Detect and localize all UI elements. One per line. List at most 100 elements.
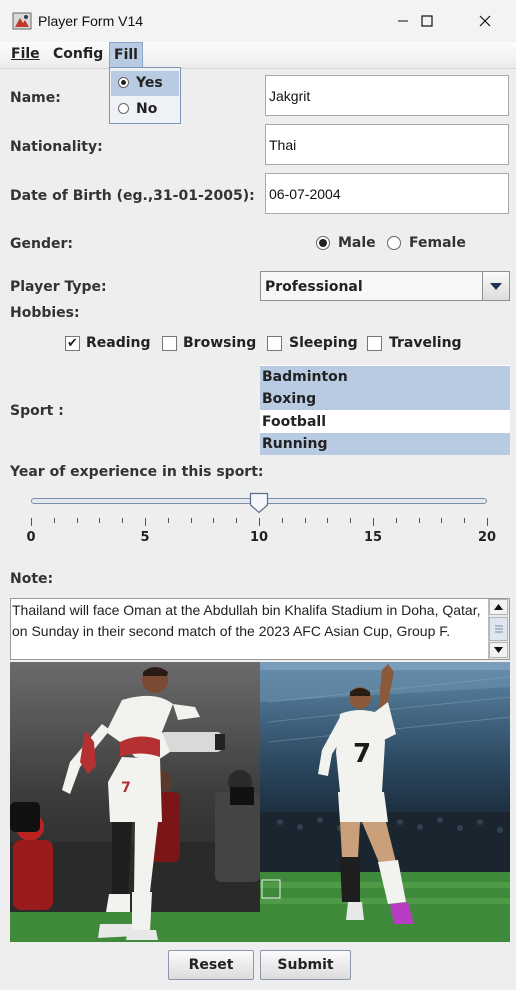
menu-file-label: File [11, 46, 40, 62]
checkbox-icon [267, 336, 282, 351]
reset-button[interactable]: Reset [168, 950, 254, 980]
sport-item-running[interactable]: Running [260, 433, 510, 455]
menu-config[interactable]: Config [49, 42, 107, 66]
menu-file[interactable]: File [7, 42, 44, 66]
scroll-thumb[interactable] [489, 617, 508, 641]
player-type-combo[interactable]: Professional [260, 271, 510, 301]
dropdown-arrow-icon [490, 283, 502, 290]
sport-list[interactable]: Badminton Boxing Football Running [260, 365, 510, 455]
note-label: Note: [10, 571, 54, 587]
grip-icon [494, 625, 503, 633]
menu-fill[interactable]: Fill [109, 42, 143, 68]
slider-minor-tick [236, 518, 238, 523]
scroll-down-icon [494, 647, 503, 653]
slider-minor-tick [122, 518, 124, 523]
player-photo-graphic: 7 7 [10, 662, 510, 942]
maximize-icon [421, 15, 433, 27]
name-label: Name: [10, 90, 61, 106]
radio-icon [118, 103, 129, 114]
jersey-number-left: 7 [121, 780, 131, 796]
menu-fill-label: Fill [114, 47, 138, 63]
experience-slider-thumb[interactable] [249, 492, 269, 514]
slider-major-tick [487, 518, 488, 526]
slider-tick-label: 10 [249, 530, 269, 545]
sport-item-boxing[interactable]: Boxing [260, 388, 510, 410]
note-scrollbar[interactable] [488, 599, 509, 659]
checkbox-icon [162, 336, 177, 351]
hobby-sleeping-checkbox[interactable]: Sleeping [267, 335, 362, 353]
radio-icon [387, 236, 401, 250]
hobby-reading-checkbox[interactable]: ✔ Reading [65, 335, 155, 353]
scroll-up-icon [494, 604, 503, 610]
scroll-up-button[interactable] [489, 599, 508, 615]
slider-minor-tick [304, 518, 306, 523]
slider-minor-tick [53, 518, 55, 523]
maximize-button[interactable] [404, 0, 450, 42]
nationality-field[interactable]: Thai [265, 124, 509, 165]
sport-item-football[interactable]: Football [260, 411, 510, 433]
slider-minor-tick [464, 518, 466, 523]
combo-dropdown-button[interactable] [482, 272, 509, 300]
slider-minor-tick [441, 518, 443, 523]
slider-major-tick [31, 518, 32, 526]
radio-icon [316, 236, 330, 250]
gender-male-radio[interactable]: Male [316, 235, 396, 253]
player-type-value: Professional [265, 279, 363, 295]
hobby-traveling-checkbox[interactable]: Traveling [367, 335, 467, 353]
close-icon [479, 15, 491, 27]
hobbies-label: Hobbies: [10, 305, 80, 321]
slider-major-tick [145, 518, 146, 526]
window-title: Player Form V14 [38, 13, 144, 29]
experience-label: Year of experience in this sport: [10, 464, 264, 480]
dob-label: Date of Birth (eg.,31-01-2005): [10, 188, 255, 204]
note-textarea[interactable]: Thailand will face Oman at the Abdullah … [10, 598, 510, 660]
slider-minor-tick [418, 518, 420, 523]
gender-female-radio[interactable]: Female [387, 235, 477, 253]
sport-item-badminton[interactable]: Badminton [260, 366, 510, 388]
radio-icon [118, 77, 129, 88]
note-text: Thailand will face Oman at the Abdullah … [12, 602, 481, 639]
slider-minor-tick [395, 518, 397, 523]
slider-minor-tick [190, 518, 192, 523]
hobby-label: Reading [86, 335, 151, 351]
dob-field[interactable]: 06-07-2004 [265, 173, 509, 214]
slider-minor-tick [76, 518, 78, 523]
hobby-label: Browsing [183, 335, 257, 351]
slider-minor-tick [350, 518, 352, 523]
slider-tick-label: 20 [477, 530, 497, 545]
hobby-label: Sleeping [289, 335, 358, 351]
player-photo: 7 7 [10, 662, 510, 942]
hobby-label: Traveling [389, 335, 462, 351]
fill-option-yes[interactable]: Yes [111, 71, 179, 96]
slider-tick-label: 5 [140, 530, 150, 545]
slider-thumb-icon [249, 492, 269, 514]
player-type-label: Player Type: [10, 279, 107, 295]
submit-button[interactable]: Submit [260, 950, 351, 980]
jersey-number-right: 7 [353, 739, 371, 769]
scroll-down-button[interactable] [489, 642, 508, 658]
app-icon [12, 11, 32, 31]
slider-minor-tick [327, 518, 329, 523]
close-button[interactable] [462, 0, 508, 42]
checkbox-icon [367, 336, 382, 351]
fill-dropdown: Yes No [109, 67, 181, 124]
slider-minor-tick [99, 518, 101, 523]
nationality-label: Nationality: [10, 139, 103, 155]
slider-minor-tick [281, 518, 283, 523]
slider-tick-label: 0 [26, 530, 36, 545]
name-field[interactable]: Jakgrit [265, 75, 509, 116]
gender-male-label: Male [338, 235, 376, 251]
slider-major-tick [259, 518, 260, 526]
gender-female-label: Female [409, 235, 466, 251]
fill-option-no[interactable]: No [111, 97, 179, 122]
fill-option-label: Yes [136, 75, 163, 91]
sport-label: Sport : [10, 403, 64, 419]
slider-minor-tick [213, 518, 215, 523]
checkbox-checked-icon: ✔ [65, 336, 80, 351]
slider-major-tick [373, 518, 374, 526]
slider-tick-label: 15 [363, 530, 383, 545]
slider-minor-tick [167, 518, 169, 523]
gender-label: Gender: [10, 236, 73, 252]
hobby-browsing-checkbox[interactable]: Browsing [162, 335, 262, 353]
fill-option-label: No [136, 101, 158, 117]
